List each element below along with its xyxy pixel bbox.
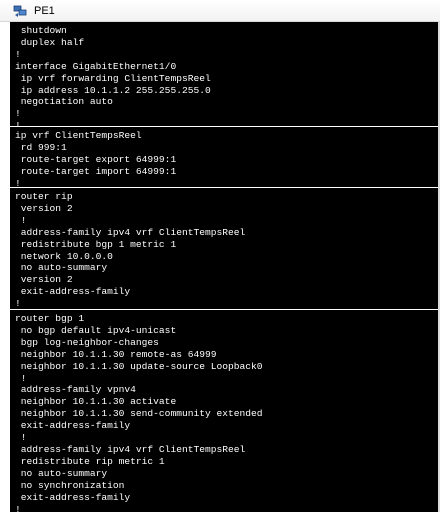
rip-config-panel: router rip version 2 ! address-family ip… [10,188,438,310]
terminal-session-icon [13,5,27,17]
config-text: router bgp 1 no bgp default ipv4-unicast… [15,313,263,512]
title-bar: PE1 [0,0,440,22]
window-title: PE1 [34,5,55,17]
terminal-window: PE1 shutdown duplex half ! interface Gig… [0,0,440,512]
config-text: router rip version 2 ! address-family ip… [15,191,246,310]
bgp-config-panel: router bgp 1 no bgp default ipv4-unicast… [10,310,438,512]
router-config-output[interactable]: shutdown duplex half ! interface Gigabit… [10,22,438,512]
config-text: shutdown duplex half ! interface Gigabit… [15,25,211,132]
vrf-config-panel: ip vrf ClientTempsReel rd 999:1 route-ta… [10,127,438,201]
interface-config-panel: shutdown duplex half ! interface Gigabit… [10,22,438,131]
